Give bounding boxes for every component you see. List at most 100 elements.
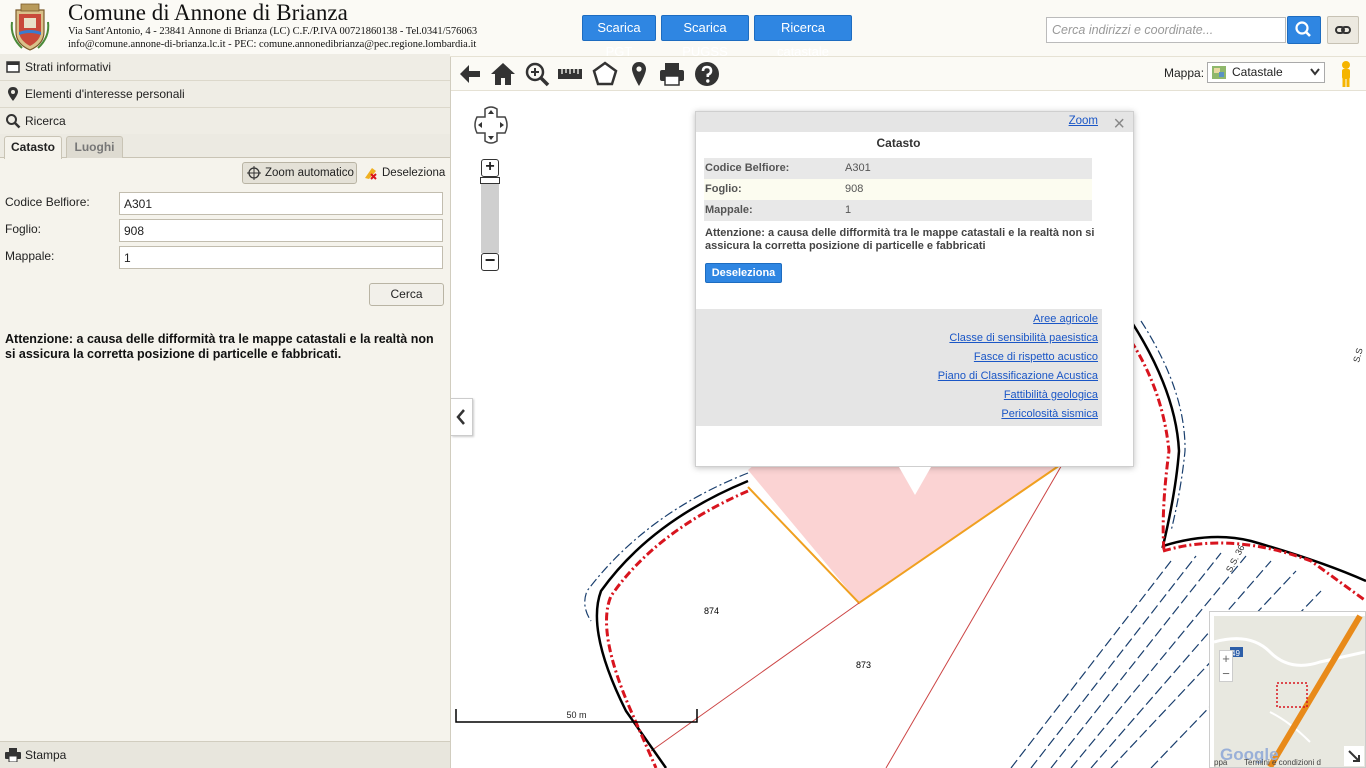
link-fattibilita-geologica[interactable]: Fattibilità geologica	[1004, 389, 1098, 401]
parcel-label-873: 873	[856, 660, 871, 670]
overview-zoom[interactable]: + −	[1219, 650, 1233, 682]
map-toolbar: Mappa: Catastale	[451, 57, 1366, 91]
tab-bar: Catasto Luoghi	[0, 134, 450, 159]
popup-deseleziona-button[interactable]: Deseleziona	[705, 263, 782, 283]
link-fasce-rispetto[interactable]: Fasce di rispetto acustico	[974, 351, 1098, 363]
search-input[interactable]: Cerca indirizzi e coordinate...	[1046, 17, 1286, 43]
stampa-label: Stampa	[25, 748, 67, 762]
popup-warning: Attenzione: a causa delle difformità tra…	[705, 227, 1095, 252]
foglio-label: Foglio:	[5, 222, 42, 236]
zoom-automatico-label: Zoom automatico	[265, 167, 354, 179]
tab-catasto[interactable]: Catasto	[4, 136, 62, 159]
popup-row-key: Codice Belfiore:	[705, 162, 790, 174]
crosshair-icon	[247, 166, 261, 180]
help-icon[interactable]	[694, 61, 720, 87]
search-icon	[1295, 21, 1311, 37]
collapse-overview-icon[interactable]	[1344, 746, 1364, 766]
menu-strati-informativi[interactable]: Strati informativi	[0, 54, 450, 81]
popup-title: Catasto	[876, 136, 921, 150]
map-select[interactable]: Catastale	[1207, 62, 1325, 83]
menu-elementi-interesse[interactable]: Elementi d'interesse personali	[0, 81, 450, 108]
road-label-2: S.S	[1351, 347, 1364, 364]
page-title: Comune di Annone di Brianza	[68, 0, 348, 25]
catasto-popup: Zoom × Catasto Codice Belfiore: A301 Fogl…	[695, 111, 1134, 495]
foglio-input[interactable]: 908	[119, 219, 443, 242]
mappale-input[interactable]: 1	[119, 246, 443, 269]
chevron-down-icon	[1310, 68, 1320, 76]
link-pericolosita-sismica[interactable]: Pericolosità sismica	[1001, 408, 1098, 420]
link-classe-sensibilita[interactable]: Classe di sensibilità paesistica	[949, 332, 1098, 344]
popup-header	[696, 112, 1133, 132]
menu-label: Elementi d'interesse personali	[25, 87, 185, 101]
ricerca-catastale-button[interactable]: Ricerca catastale	[754, 15, 852, 59]
popup-row-value: 908	[845, 183, 864, 195]
overview-footer: Termini e condizioni d	[1244, 758, 1321, 767]
zoom-in-button[interactable]: +	[481, 159, 499, 177]
popup-row-key: Foglio:	[705, 183, 742, 195]
back-arrow-icon[interactable]	[457, 61, 483, 87]
cerca-button[interactable]: Cerca	[369, 283, 444, 306]
marker-icon[interactable]	[626, 61, 652, 87]
zoom-track[interactable]	[481, 178, 499, 253]
overview-prefix: ppa	[1214, 758, 1228, 767]
popup-row: Codice Belfiore: A301	[704, 158, 1092, 179]
deseleziona-button[interactable]: Deseleziona	[362, 162, 445, 184]
zoom-slider-handle[interactable]	[480, 177, 500, 184]
menu-ricerca[interactable]: Ricerca	[0, 108, 450, 135]
map-canvas[interactable]: 874 873 S.S. 36 S.S + − 50 m Zoom × Cata…	[451, 91, 1366, 768]
printer-icon	[5, 748, 21, 762]
popup-row-value: 1	[845, 204, 852, 216]
popup-links: Aree agricole Classe di sensibilità paes…	[696, 309, 1102, 426]
deseleziona-label: Deseleziona	[382, 167, 446, 179]
link-aree-agricole[interactable]: Aree agricole	[1033, 313, 1098, 325]
search-icon	[6, 114, 21, 129]
address-line-2: info@comune.annone-di-brianza.lc.it - PE…	[68, 38, 477, 50]
scarica-pugss-button[interactable]: Scarica PUGSS	[661, 15, 749, 59]
polygon-icon[interactable]	[592, 61, 618, 87]
popup-row: Mappale: 1	[704, 200, 1092, 221]
address: Via Sant'Antonio, 4 - 23841 Annone di Br…	[68, 26, 477, 51]
scale-label: 50 m	[566, 710, 587, 720]
ruler-icon[interactable]	[557, 61, 583, 87]
menu-label: Ricerca	[25, 114, 66, 128]
pan-control[interactable]	[473, 105, 509, 145]
eraser-icon	[365, 168, 377, 180]
zoom-in-icon[interactable]	[524, 61, 550, 87]
link-piano-classificazione[interactable]: Piano di Classificazione Acustica	[938, 370, 1098, 382]
zoom-out-button[interactable]: −	[481, 251, 499, 271]
map-label: Mappa:	[1164, 66, 1205, 80]
zoom-bar[interactable]: + −	[480, 159, 501, 271]
close-icon[interactable]: ×	[1113, 114, 1125, 134]
home-icon[interactable]	[490, 61, 516, 87]
belfiore-label: Codice Belfiore:	[5, 195, 90, 209]
popup-row-key: Mappale:	[705, 204, 753, 216]
popup-row-value: A301	[845, 162, 871, 174]
layers-icon	[6, 61, 20, 73]
belfiore-input[interactable]: A301	[119, 192, 443, 215]
coat-of-arms-logo	[10, 3, 50, 51]
collapse-sidebar-button[interactable]	[451, 398, 473, 436]
catasto-warning: Attenzione: a causa delle difformità tra…	[5, 332, 434, 361]
link-icon	[1335, 26, 1351, 34]
chevron-left-icon	[456, 409, 465, 425]
menu-label: Strati informativi	[25, 60, 112, 74]
popup-pointer	[899, 467, 931, 495]
zoom-automatico-toggle[interactable]: Zoom automatico	[242, 162, 357, 184]
parcel-label-874: 874	[704, 606, 719, 616]
address-line-1: Via Sant'Antonio, 4 - 23841 Annone di Br…	[68, 26, 478, 37]
map-pin-icon	[8, 87, 18, 101]
street-view-pegman-icon[interactable]	[1339, 60, 1353, 88]
mappale-label: Mappale:	[5, 249, 55, 263]
overview-map[interactable]: 49 Google ppa Termini e condizioni d + −	[1209, 611, 1366, 768]
scarica-pgt-button[interactable]: Scarica PGT	[582, 15, 656, 59]
stampa-button[interactable]: Stampa	[0, 741, 450, 768]
print-icon[interactable]	[659, 61, 685, 87]
tab-luoghi[interactable]: Luoghi	[66, 136, 123, 158]
link-button[interactable]	[1327, 16, 1359, 44]
search-button[interactable]	[1287, 16, 1321, 44]
map-thumbnail-icon	[1212, 66, 1226, 79]
popup-zoom-link[interactable]: Zoom	[1069, 115, 1098, 127]
popup-row: Foglio: 908	[704, 179, 1092, 200]
header: Comune di Annone di Brianza Via Sant'Ant…	[0, 0, 1366, 59]
scale-bar: 50 m	[455, 709, 698, 723]
